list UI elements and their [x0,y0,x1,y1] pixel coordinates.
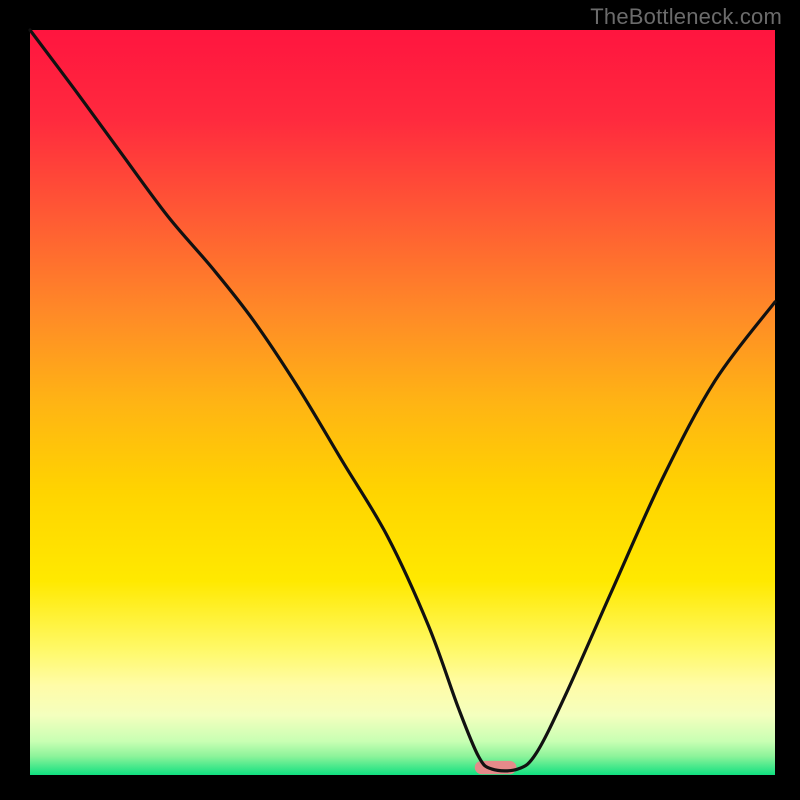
gradient-background [30,30,775,775]
bottleneck-chart: TheBottleneck.com [0,0,800,800]
chart-svg [0,0,800,800]
watermark-text: TheBottleneck.com [590,4,782,30]
